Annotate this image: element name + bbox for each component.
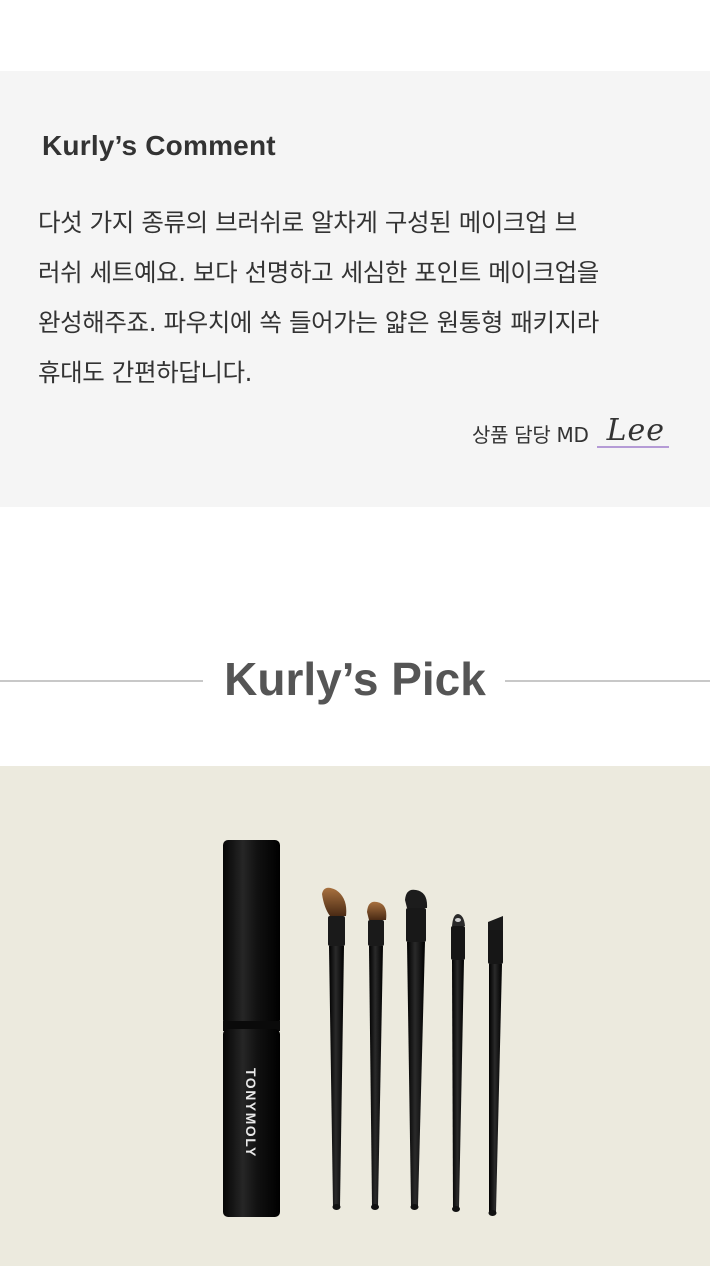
brand-logo: TONYMOLY [243,1068,259,1158]
comment-line: 다섯 가지 종류의 브러쉬로 알차게 구성된 메이크업 브 [38,208,577,237]
product-image: TONYMOLY [0,766,710,1266]
cylinder-case: TONYMOLY [223,840,280,1217]
comment-line: 휴대도 간편하답니다. [38,358,253,387]
pick-title: Kurly’s Pick [224,653,486,705]
comment-line: 완성해주죠. 파우치에 쏙 들어가는 얇은 원통형 패키지라 [38,308,599,337]
comment-text: 다섯 가지 종류의 브러쉬로 알차게 구성된 메이크업 브 러쉬 세트예요. 보… [38,198,683,398]
comment-title: Kurly’s Comment [42,130,276,161]
md-signature: 상품 담당 MD Lee [472,410,669,448]
brush-set-illustration: TONYMOLY [0,766,710,1266]
md-label: 상품 담당 MD [471,423,589,447]
kurlys-pick-heading: Kurly’s Pick [0,650,710,710]
photo-background [0,766,710,1266]
md-name-signature: Lee [596,416,669,448]
comment-line: 러쉬 세트예요. 보다 선명하고 세심한 포인트 메이크업을 [38,258,599,287]
